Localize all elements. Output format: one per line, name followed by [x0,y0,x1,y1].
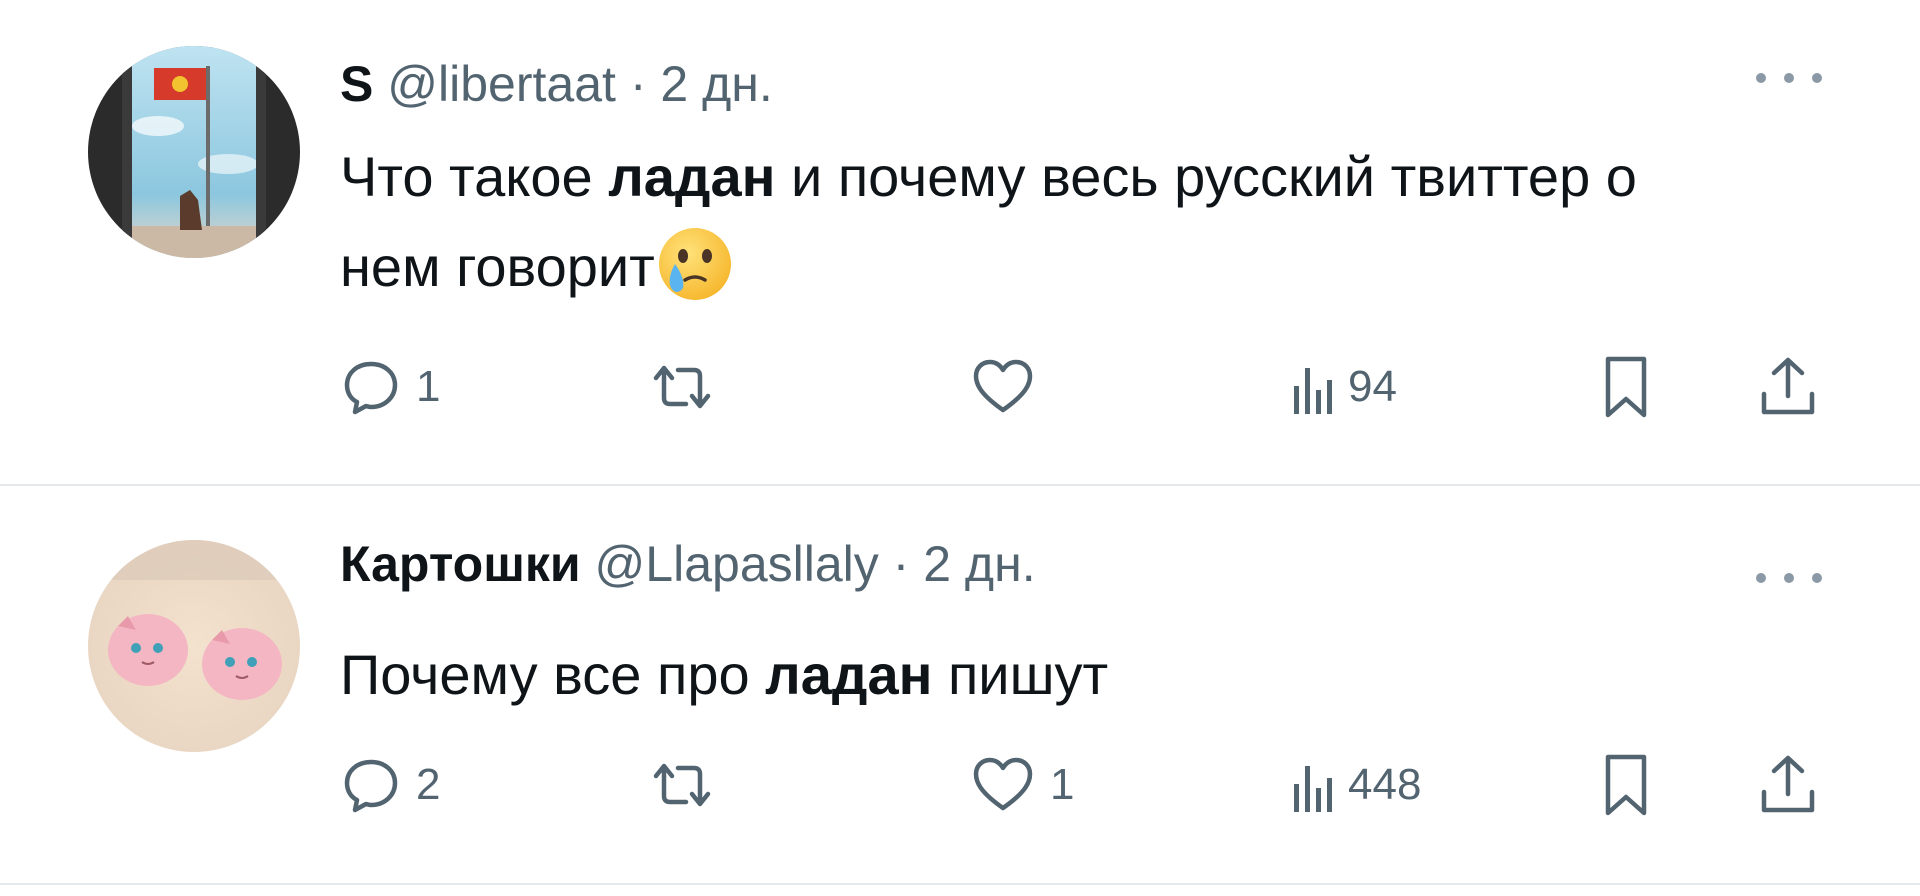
tweet-text-part: пишут [932,643,1109,706]
timestamp[interactable]: 2 дн. [923,536,1035,592]
views-count: 448 [1348,760,1422,809]
display-name[interactable]: Картошки [340,536,581,592]
reply-count: 1 [416,362,441,411]
retweet-button[interactable] [650,352,728,422]
bar-chart-icon [1294,766,1332,812]
bookmark-button[interactable] [1600,352,1652,422]
share-upload-icon [1761,755,1815,813]
views-button[interactable]: 94 [1290,352,1397,422]
reply-count: 2 [416,760,441,809]
ellipsis-icon [1756,73,1766,83]
avatar[interactable] [88,540,300,752]
retweet-arrows-icon [653,763,711,807]
share-button[interactable] [1758,750,1818,820]
bookmark-button[interactable] [1600,750,1652,820]
share-upload-icon [1761,357,1815,415]
like-button[interactable]: 1 [970,750,1074,820]
retweet-button[interactable] [650,750,728,820]
more-options-button[interactable] [1756,568,1822,588]
tweet-text: Что такое ладан и почему весь русский тв… [340,132,1740,312]
heart-icon [973,359,1033,413]
avatar[interactable] [88,46,300,258]
avatar-image [88,46,300,258]
tweet-header: Картошки @Llapasllaly · 2 дн. [340,534,1036,594]
heart-icon [973,757,1033,811]
tweet-actions: 2 1 448 [340,750,1820,820]
bar-chart-icon [1294,368,1332,414]
display-name[interactable]: S [340,56,373,112]
tweet[interactable]: Картошки @Llapasllaly · 2 дн. Почему все… [0,486,1920,886]
timestamp[interactable]: 2 дн. [660,56,772,112]
bookmark-icon [1605,356,1647,418]
reply-button[interactable]: 2 [340,750,440,820]
face-holding-back-tears-icon [658,228,731,300]
bookmark-icon [1605,754,1647,816]
avatar-image [88,540,300,752]
tweet-actions: 1 94 [340,352,1820,422]
tweet-text-bold: ладан [608,145,776,208]
speech-bubble-icon [344,759,398,813]
like-count: 1 [1050,760,1075,809]
like-button[interactable] [970,352,1050,422]
tweet-text-part: Почему все про [340,643,766,706]
separator-dot: · [892,536,910,592]
ellipsis-icon [1812,73,1822,83]
more-options-button[interactable] [1756,68,1822,88]
user-handle[interactable]: @Llapasllaly [595,536,879,592]
tweet-feed: S @libertaat · 2 дн. Что такое ладан и п… [0,0,1920,896]
ellipsis-icon [1756,573,1766,583]
separator-dot: · [629,56,647,112]
tweet-text-bold: ладан [765,643,933,706]
views-button[interactable]: 448 [1290,750,1421,820]
views-count: 94 [1348,362,1397,411]
speech-bubble-icon [344,361,398,415]
user-handle[interactable]: @libertaat [387,56,616,112]
tweet[interactable]: S @libertaat · 2 дн. Что такое ладан и п… [0,0,1920,486]
tweet-header: S @libertaat · 2 дн. [340,54,773,114]
ellipsis-icon [1784,73,1794,83]
retweet-arrows-icon [653,365,711,409]
share-button[interactable] [1758,352,1818,422]
ellipsis-icon [1812,573,1822,583]
ellipsis-icon [1784,573,1794,583]
tweet-text-part: Что такое [340,145,609,208]
tweet-text: Почему все про ладан пишут [340,630,1740,720]
reply-button[interactable]: 1 [340,352,440,422]
tweet-divider [0,883,1920,885]
